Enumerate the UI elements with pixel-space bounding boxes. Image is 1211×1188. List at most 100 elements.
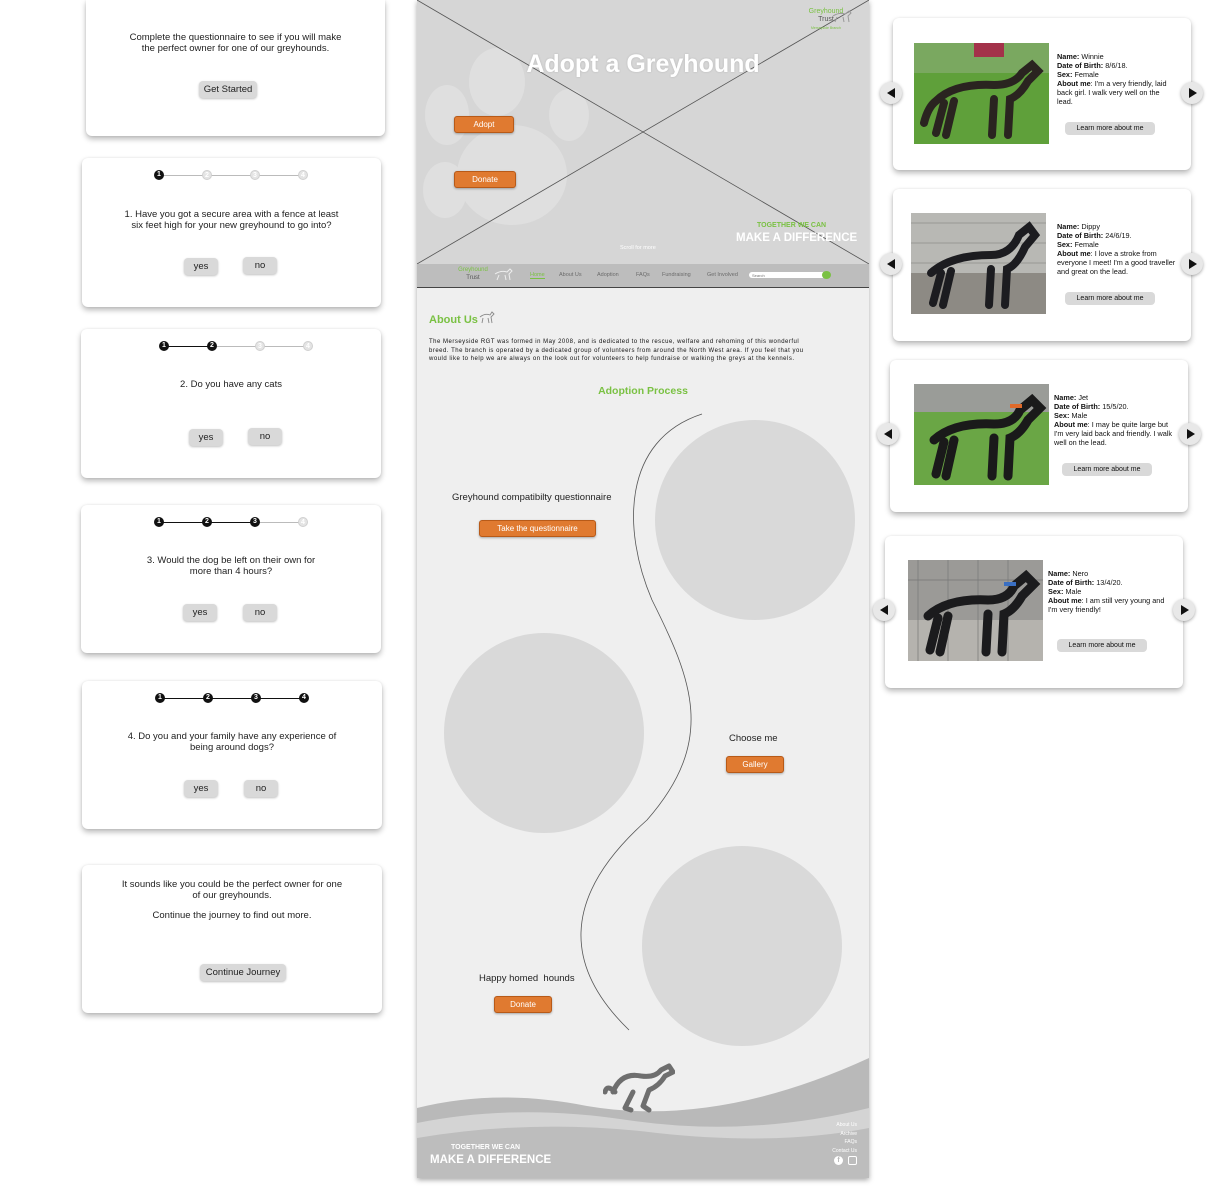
dob-label: Date of Birth: (1057, 231, 1104, 240)
webpage-frame: Greyhound Trust Merseyside Branch Adopt … (417, 0, 869, 1178)
step-dot-2: 2 (202, 517, 212, 527)
learn-more-button[interactable]: Learn more about me (1065, 122, 1155, 135)
footer-link-faqs[interactable]: FAQs (832, 1138, 857, 1147)
question-card-4: 1 2 3 4 4. Do you and your family have a… (82, 681, 382, 829)
footer-link-about-us[interactable]: About Us (832, 1121, 857, 1130)
process-circle-1 (655, 420, 855, 620)
dog-name: Jet (1078, 393, 1089, 402)
prev-arrow-icon[interactable] (877, 423, 899, 445)
next-arrow-icon[interactable] (1179, 423, 1201, 445)
no-button[interactable]: no (243, 604, 277, 621)
dog-photo (911, 213, 1046, 314)
dog-photo (914, 43, 1049, 144)
dog-name: Dippy (1081, 222, 1100, 231)
learn-more-button[interactable]: Learn more about me (1062, 463, 1152, 476)
step-line-done (164, 346, 212, 347)
dog-dob: 24/6/19. (1105, 231, 1132, 240)
running-greyhound-icon (603, 1063, 675, 1113)
step-line (160, 175, 304, 176)
dob-label: Date of Birth: (1057, 61, 1104, 70)
yes-button[interactable]: yes (183, 604, 217, 621)
footer-link-archive[interactable]: Archive (832, 1130, 857, 1139)
name-label: Name: (1048, 569, 1071, 578)
step-dot-1: 1 (154, 170, 164, 180)
question-card-3: 1 2 3 4 3. Would the dog be left on thei… (81, 505, 381, 653)
question-text: 2. Do you have any cats (180, 379, 282, 390)
about-label: About me (1057, 249, 1091, 258)
no-button[interactable]: no (248, 428, 282, 445)
dog-info: Name: Dippy Date of Birth: 24/6/19. Sex:… (1057, 222, 1177, 276)
dog-dob: 13/4/20. (1096, 578, 1123, 587)
step-dot-4: 4 (298, 170, 308, 180)
instagram-icon[interactable] (848, 1156, 857, 1165)
dog-sex: Female (1074, 70, 1099, 79)
process-circle-2 (444, 633, 644, 833)
step-dot-3: 3 (250, 170, 260, 180)
learn-more-button[interactable]: Learn more about me (1065, 292, 1155, 305)
sex-label: Sex: (1054, 411, 1070, 420)
process-circle-3 (642, 846, 842, 1046)
about-label: About me (1048, 596, 1082, 605)
step-dot-1: 1 (154, 517, 164, 527)
no-button[interactable]: no (244, 780, 278, 797)
dog-name: Winnie (1081, 52, 1104, 61)
sex-label: Sex: (1057, 70, 1073, 79)
step-dot-1: 1 (159, 341, 169, 351)
next-arrow-icon[interactable] (1173, 599, 1195, 621)
dog-sex: Male (1071, 411, 1088, 420)
step-dot-4: 4 (303, 341, 313, 351)
result-card: It sounds like you could be the perfect … (82, 865, 382, 1013)
dog-card-nero: Name: Nero Date of Birth: 13/4/20. Sex: … (873, 536, 1195, 688)
intro-card: Complete the questionnaire to see if you… (86, 0, 385, 136)
sex-label: Sex: (1048, 587, 1064, 596)
question-text: 1. Have you got a secure area with a fen… (124, 209, 339, 231)
no-button[interactable]: no (243, 257, 277, 274)
result-subtext: Continue the journey to find out more. (152, 910, 312, 921)
dog-dob: 15/5/20. (1102, 402, 1129, 411)
dog-card-jet: Name: Jet Date of Birth: 15/5/20. Sex: M… (877, 360, 1201, 512)
dog-photo (908, 560, 1043, 661)
prev-arrow-icon[interactable] (873, 599, 895, 621)
prev-arrow-icon[interactable] (880, 253, 902, 275)
dog-sex: Male (1065, 587, 1082, 596)
step-dot-3: 3 (255, 341, 265, 351)
dog-dob: 8/6/18. (1105, 61, 1128, 70)
step-dot-3: 3 (250, 517, 260, 527)
gallery-button[interactable]: Gallery (726, 756, 784, 773)
step-dot-4: 4 (299, 693, 309, 703)
question-card-2: 1 2 3 4 2. Do you have any cats yes no (81, 329, 381, 478)
about-label: About me (1057, 79, 1091, 88)
learn-more-button[interactable]: Learn more about me (1057, 639, 1147, 652)
yes-button[interactable]: yes (189, 429, 223, 446)
dob-label: Date of Birth: (1054, 402, 1101, 411)
step1-label: Greyhound compatibilty questionnaire (452, 492, 612, 503)
step-line (255, 522, 303, 523)
donate-button[interactable]: Donate (494, 996, 552, 1013)
facebook-icon[interactable]: f (834, 1156, 843, 1165)
continue-journey-button[interactable]: Continue Journey (200, 964, 286, 981)
prev-arrow-icon[interactable] (880, 82, 902, 104)
dog-info: Name: Winnie Date of Birth: 8/6/18. Sex:… (1057, 52, 1177, 106)
yes-button[interactable]: yes (184, 780, 218, 797)
take-questionnaire-button[interactable]: Take the questionnaire (479, 520, 596, 537)
step2-label: Choose me (729, 733, 778, 744)
yes-button[interactable]: yes (184, 258, 218, 275)
get-started-button[interactable]: Get Started (199, 81, 257, 98)
footer-link-contact-us[interactable]: Contact Us (832, 1147, 857, 1156)
step-dot-3: 3 (251, 693, 261, 703)
next-arrow-icon[interactable] (1181, 253, 1203, 275)
step-line-done (160, 698, 304, 699)
dog-name: Nero (1072, 569, 1089, 578)
question-text: 4. Do you and your family have any exper… (127, 731, 337, 753)
step-dot-1: 1 (155, 693, 165, 703)
dog-photo (914, 384, 1049, 485)
step-dot-2: 2 (202, 170, 212, 180)
step-dot-2: 2 (207, 341, 217, 351)
next-arrow-icon[interactable] (1181, 82, 1203, 104)
dog-info: Name: Jet Date of Birth: 15/5/20. Sex: M… (1054, 393, 1174, 447)
dob-label: Date of Birth: (1048, 578, 1095, 587)
question-text: 3. Would the dog be left on their own fo… (146, 555, 316, 577)
intro-text: Complete the questionnaire to see if you… (129, 32, 342, 54)
name-label: Name: (1057, 52, 1080, 61)
name-label: Name: (1057, 222, 1080, 231)
